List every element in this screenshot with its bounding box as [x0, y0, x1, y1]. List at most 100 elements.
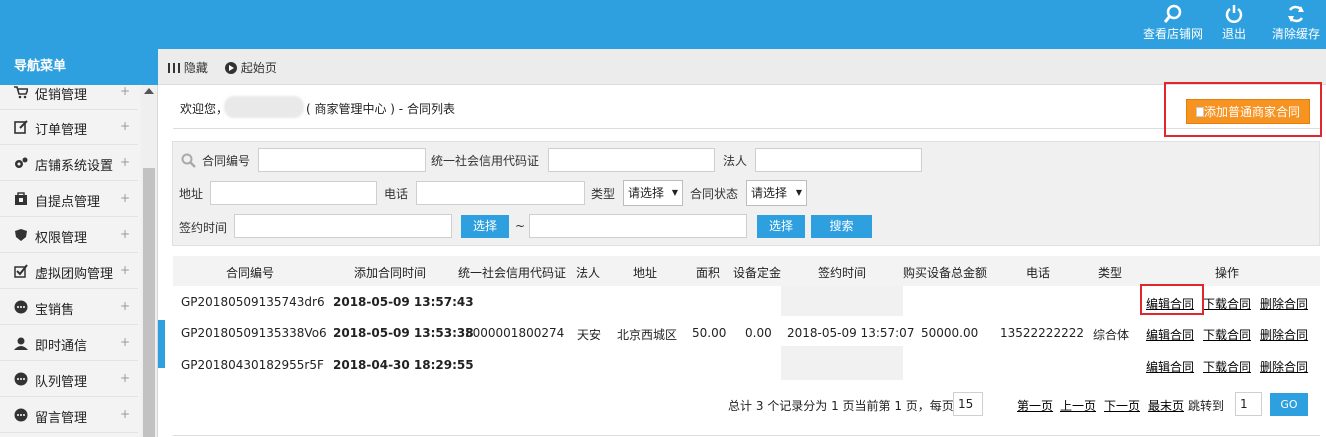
delete-contract-link[interactable]: 删除合同 [1260, 295, 1308, 312]
row3-added-time: 2018-04-30 18:29:55 [333, 358, 474, 372]
scroll-up-icon[interactable] [144, 88, 154, 94]
sidebar-item-messages[interactable]: 留言管理 + [0, 398, 138, 433]
type-label: 类型 [591, 187, 616, 201]
sign-time-label: 签约时间 [179, 221, 228, 235]
expand-icon: + [119, 263, 130, 277]
sidebar-item-orders[interactable]: 订单管理 + [0, 110, 138, 145]
edit-icon [14, 120, 28, 134]
divider [173, 435, 1320, 436]
search-icon [1163, 4, 1182, 23]
home-page-button[interactable]: 起始页 [225, 59, 277, 76]
shield-icon [15, 229, 27, 241]
sidebar-item-label: 订单管理 [35, 123, 88, 138]
clear-cache-button[interactable]: 清除缓存 [1270, 4, 1322, 41]
go-button[interactable]: GO [1270, 393, 1308, 416]
legal-person-input[interactable] [755, 148, 922, 172]
search-icon [181, 153, 196, 168]
user-icon [14, 337, 28, 350]
type-select[interactable]: 请选择 ▼ [623, 180, 683, 206]
credit-code-input[interactable] [548, 148, 715, 172]
sidebar-item-store-settings[interactable]: 店铺系统设置 + [0, 146, 138, 181]
highlight-box [1140, 284, 1204, 315]
col-total: 购买设备总金额 [903, 266, 988, 280]
hide-sidebar-button[interactable]: 隐藏 [168, 59, 208, 76]
jump-page-input[interactable]: 1 [1235, 392, 1262, 416]
refresh-icon [1288, 5, 1304, 23]
home-label: 起始页 [240, 61, 277, 75]
col-address: 地址 [633, 266, 658, 280]
address-input[interactable] [210, 181, 377, 205]
status-select[interactable]: 请选择 ▼ [746, 180, 807, 206]
sidebar-item-promotion[interactable]: 促销管理 + [0, 85, 138, 110]
checkbox-icon [14, 264, 28, 278]
store-icon [15, 192, 27, 205]
sidebar-item-virtual-group[interactable]: 虚拟团购管理 + [0, 254, 138, 289]
expand-icon: + [119, 119, 130, 133]
row2-address: 北京西城区 [617, 328, 678, 342]
prev-page-link[interactable]: 上一页 [1060, 397, 1096, 414]
first-page-link[interactable]: 第一页 [1017, 397, 1053, 414]
sidebar-item-im[interactable]: 即时通信 + [0, 326, 138, 361]
edit-contract-link[interactable]: 编辑合同 [1146, 326, 1194, 343]
chat-icon [14, 408, 28, 422]
per-page-input[interactable]: 15 [953, 392, 983, 416]
search-button[interactable]: 搜索 [811, 215, 872, 238]
col-phone: 电话 [1026, 266, 1051, 280]
divider [173, 128, 1320, 129]
sidebar-item-pickup[interactable]: 自提点管理 + [0, 182, 138, 217]
row2-phone: 13522222222 [1000, 326, 1084, 340]
col-added-time: 添加合同时间 [354, 266, 427, 280]
col-type: 类型 [1098, 266, 1123, 280]
select-end-date-button[interactable]: 选择 [757, 215, 805, 238]
jump-label: 跳转到 [1188, 399, 1225, 413]
sidebar-item-permissions[interactable]: 权限管理 + [0, 218, 138, 253]
last-page-link[interactable]: 最末页 [1148, 397, 1184, 414]
view-store-label: 查看店铺网 [1142, 27, 1203, 41]
dropdown-arrow-icon: ▼ [795, 188, 802, 197]
col-contract-no: 合同编号 [226, 266, 275, 280]
select-start-date-button[interactable]: 选择 [461, 215, 509, 238]
credit-code-label: 统一社会信用代码证 [431, 154, 540, 168]
sign-time-end-input[interactable] [529, 214, 747, 238]
download-contract-link[interactable]: 下载合同 [1203, 295, 1251, 312]
empty-cell [781, 346, 903, 380]
next-page-link[interactable]: 下一页 [1104, 397, 1140, 414]
logout-button[interactable]: 退出 [1218, 4, 1250, 41]
expand-icon: + [119, 85, 130, 98]
col-area: 面积 [696, 266, 721, 280]
view-store-button[interactable]: 查看店铺网 [1142, 4, 1204, 41]
col-deposit: 设备定金 [733, 266, 782, 280]
delete-contract-link[interactable]: 删除合同 [1260, 326, 1308, 343]
download-contract-link[interactable]: 下载合同 [1203, 326, 1251, 343]
sidebar-scroll-thumb[interactable] [143, 168, 155, 437]
sidebar-item-sales[interactable]: 宝销售 + [0, 290, 138, 325]
expand-icon: + [119, 335, 130, 349]
top-bar: 查看店铺网 退出 清除缓存 [0, 0, 1326, 49]
col-actions: 操作 [1215, 266, 1240, 280]
phone-input[interactable] [416, 181, 585, 205]
sidebar-item-label: 店铺系统设置 [35, 159, 114, 174]
delete-contract-link[interactable]: 删除合同 [1260, 358, 1308, 375]
hide-label: 隐藏 [183, 61, 208, 75]
row1-added-time: 2018-05-09 13:57:43 [333, 295, 474, 309]
add-doc-icon [1195, 107, 1204, 117]
phone-label: 电话 [384, 187, 409, 201]
sidebar-item-label: 促销管理 [35, 88, 88, 103]
filter-panel: 合同编号 统一社会信用代码证 法人 地址 电话 类型 请选择 ▼ 合同状态 请选择… [172, 141, 1320, 246]
legal-person-label: 法人 [723, 154, 748, 168]
sidebar-collapse-handle[interactable] [158, 320, 165, 368]
row2-total: 50000.00 [921, 326, 979, 340]
sign-time-start-input[interactable] [234, 214, 452, 238]
expand-icon: + [119, 191, 130, 205]
row3-contract-no: GP20180430182955r5F [181, 358, 324, 372]
sidebar-item-queue[interactable]: 队列管理 + [0, 362, 138, 397]
blurred-username [224, 96, 304, 118]
download-contract-link[interactable]: 下载合同 [1203, 358, 1251, 375]
contract-no-label: 合同编号 [202, 154, 251, 168]
edit-contract-link[interactable]: 编辑合同 [1146, 358, 1194, 375]
contract-no-input[interactable] [258, 148, 426, 172]
add-contract-button[interactable]: 添加普通商家合同 [1186, 99, 1310, 124]
status-select-value: 请选择 [751, 186, 788, 200]
sidebar-item-label: 虚拟团购管理 [35, 267, 114, 282]
bars-icon [168, 63, 180, 73]
